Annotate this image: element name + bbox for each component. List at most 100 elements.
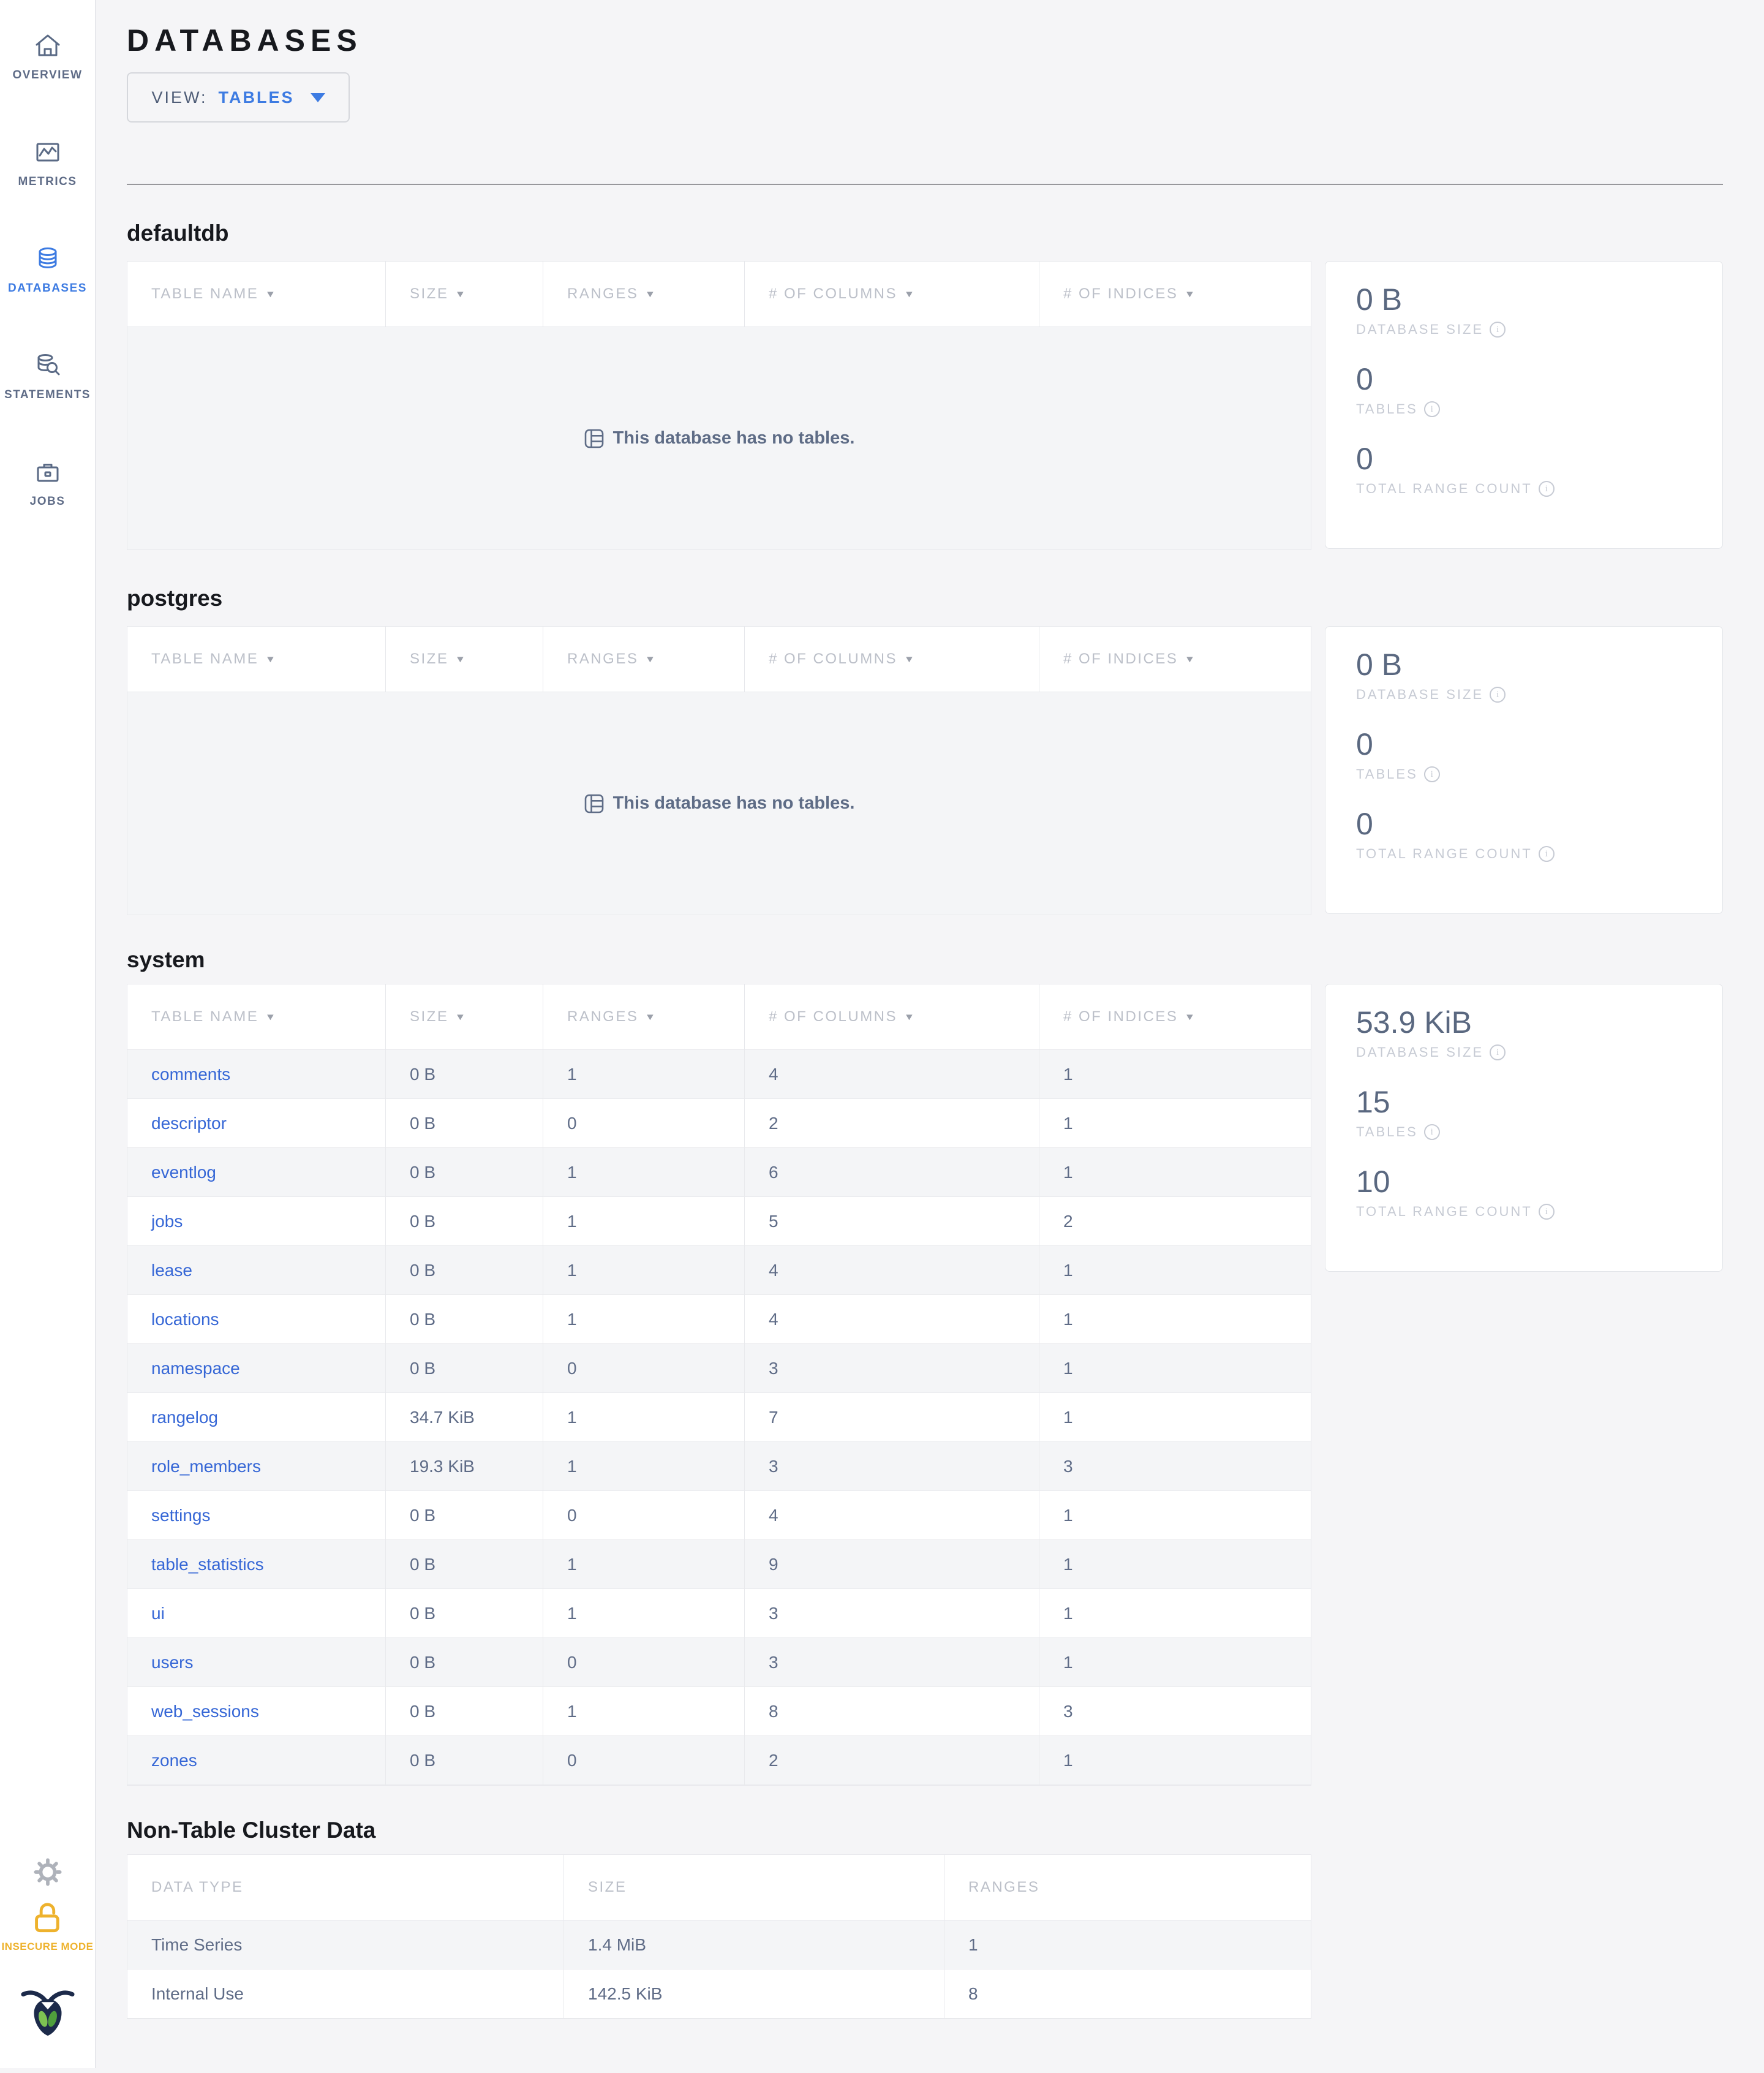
info-icon[interactable]: i [1538,1204,1555,1220]
column-header[interactable]: SIZE ▼ [386,984,543,1050]
column-header[interactable]: RANGES ▼ [543,984,745,1050]
column-header[interactable]: # OF COLUMNS ▼ [745,262,1039,327]
table-cell: 0 B [386,1638,543,1687]
column-header[interactable]: SIZE [564,1855,944,1920]
table-cell: 0 B [386,1148,543,1197]
info-icon[interactable]: i [1490,687,1506,703]
column-header[interactable]: # OF INDICES ▼ [1039,627,1311,692]
database-section-system: TABLE NAME ▼ SIZE ▼ RANGES ▼ # OF COLUMNS ▼ # OF… [127,984,1723,1786]
table-cell: 1 [1039,1638,1311,1687]
table-name-link[interactable]: rangelog [151,1408,218,1427]
column-header-label: # OF COLUMNS [769,285,898,302]
sort-arrow-icon: ▼ [1184,289,1196,300]
table-cell: 0 B [386,1687,543,1736]
column-header-label: # OF INDICES [1063,1008,1178,1025]
stat-database-size: 53.9 KiB [1356,1005,1472,1040]
column-header[interactable]: TABLE NAME ▼ [127,627,386,692]
column-header[interactable]: # OF COLUMNS ▼ [745,627,1039,692]
sidebar-item-overview[interactable]: OVERVIEW [0,17,95,124]
table-cell: 9 [745,1540,1039,1589]
table-name-link[interactable]: comments [151,1065,230,1084]
sidebar-nav: OVERVIEW METRICS DATABASES STATEMENTS JO… [0,0,95,550]
table-cell: 0 [543,1099,745,1148]
column-header[interactable]: RANGES ▼ [543,262,745,327]
column-header[interactable]: DATA TYPE [127,1855,564,1920]
sort-arrow-icon: ▼ [1184,654,1196,665]
chevron-down-icon [310,93,325,102]
table-cell: 4 [745,1246,1039,1295]
table-cell: 4 [745,1491,1039,1540]
sidebar-item-jobs[interactable]: JOBS [0,444,95,550]
info-icon[interactable]: i [1538,481,1555,497]
table-name-link[interactable]: web_sessions [151,1702,259,1721]
table-row: ui 0 B131 [127,1589,1311,1638]
table-name-link[interactable]: table_statistics [151,1555,264,1574]
column-header[interactable]: SIZE ▼ [386,627,543,692]
table-name-link[interactable]: settings [151,1506,211,1525]
tables-table: TABLE NAME ▼ SIZE ▼ RANGES ▼ # OF COLUMNS ▼ # OF… [127,261,1311,550]
column-header[interactable]: RANGES [944,1855,1311,1920]
table-cell: 8 [944,1969,1311,2018]
info-icon[interactable]: i [1538,846,1555,862]
insecure-mode-indicator[interactable] [0,1901,95,1933]
info-icon[interactable]: i [1423,401,1440,417]
sort-arrow-icon: ▼ [903,654,915,665]
database-section-heading: postgres [127,586,223,611]
table-cell: 1 [1039,1148,1311,1197]
table-cell: 1 [543,1442,745,1491]
table-cell: eventlog [127,1148,386,1197]
empty-state: This database has no tables. [127,692,1311,915]
table-row: settings 0 B041 [127,1491,1311,1540]
table-cell: 1 [1039,1099,1311,1148]
cockroachdb-logo [0,1984,95,2039]
table-row: table_statistics 0 B191 [127,1540,1311,1589]
info-icon[interactable]: i [1490,322,1506,338]
table-cell: 0 [543,1736,745,1785]
table-name-link[interactable]: ui [151,1604,165,1623]
column-header[interactable]: # OF INDICES ▼ [1039,262,1311,327]
table-cell: 1 [944,1920,1311,1969]
non-table-section: DATA TYPE SIZE RANGES Time Series 1.4 MiB 1 I… [127,1854,1723,2019]
table-name-link[interactable]: role_members [151,1457,261,1476]
sidebar-item-statements[interactable]: STATEMENTS [0,337,95,444]
column-header[interactable]: SIZE ▼ [386,262,543,327]
view-dropdown[interactable]: VIEW: TABLES [127,72,350,123]
stat-range-count: 0 [1356,807,1373,841]
database-section-heading: defaultdb [127,221,229,246]
stat-label: DATABASE SIZE i [1356,1044,1722,1060]
settings-button[interactable] [0,1858,95,1886]
stat-label: TOTAL RANGE COUNT i [1356,481,1722,497]
column-header[interactable]: TABLE NAME ▼ [127,262,386,327]
table-name-link[interactable]: descriptor [151,1114,227,1133]
table-cell: 1 [543,1393,745,1442]
stat-label: TABLES i [1356,401,1722,417]
table-name-link[interactable]: zones [151,1751,197,1770]
database-stats-card: 53.9 KiB DATABASE SIZE i 15 TABLES i 10 TO… [1325,984,1723,1272]
stat-label: DATABASE SIZE i [1356,687,1722,703]
table-name-link[interactable]: lease [151,1261,192,1280]
table-name-link[interactable]: jobs [151,1212,183,1231]
stat-database-size: 0 B [1356,648,1403,682]
table-cell: 1 [543,1540,745,1589]
table-name-link[interactable]: eventlog [151,1163,216,1182]
column-header[interactable]: RANGES ▼ [543,627,745,692]
info-icon[interactable]: i [1423,766,1440,782]
table-name-link[interactable]: namespace [151,1359,240,1378]
column-header[interactable]: TABLE NAME ▼ [127,984,386,1050]
sidebar-item-metrics[interactable]: METRICS [0,124,95,230]
table-name-link[interactable]: users [151,1653,193,1672]
column-header-label: # OF INDICES [1063,651,1178,667]
info-icon[interactable]: i [1490,1044,1506,1060]
sidebar-item-databases[interactable]: DATABASES [0,230,95,337]
metrics-icon [34,137,62,168]
column-header[interactable]: # OF COLUMNS ▼ [745,984,1039,1050]
table-name-link[interactable]: locations [151,1310,219,1329]
column-header[interactable]: # OF INDICES ▼ [1039,984,1311,1050]
table-cell: web_sessions [127,1687,386,1736]
info-icon[interactable]: i [1423,1124,1440,1140]
table-icon [584,428,605,449]
table-row: namespace 0 B031 [127,1344,1311,1393]
table-cell: 0 [543,1344,745,1393]
table-cell: 0 B [386,1344,543,1393]
table-cell: 4 [745,1295,1039,1344]
